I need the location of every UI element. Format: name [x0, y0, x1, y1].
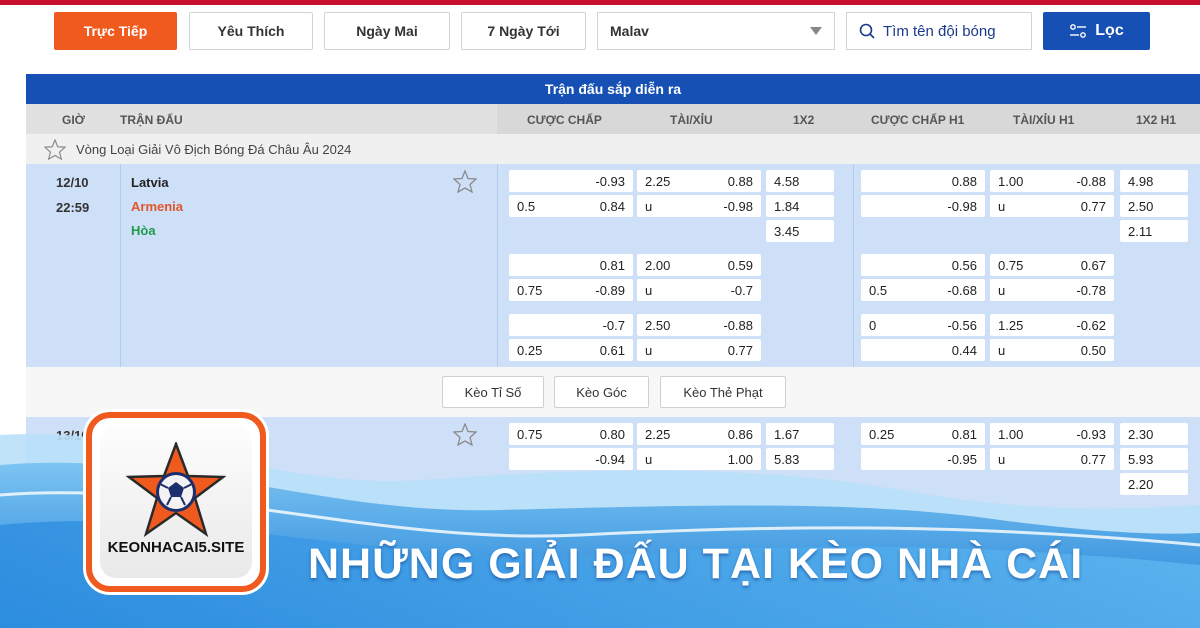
- search-icon: [859, 23, 875, 39]
- odds-cell[interactable]: 2.25 0.88: [637, 170, 761, 192]
- odds-cell[interactable]: 1.84: [766, 195, 834, 217]
- promo-headline: NHỮNG GIẢI ĐẤU TẠI KÈO NHÀ CÁI: [308, 540, 1084, 588]
- odds-cell[interactable]: 4.98: [1120, 170, 1188, 192]
- odds-cell[interactable]: 0.75 0.67: [990, 254, 1114, 276]
- odds-cell[interactable]: u -0.98: [637, 195, 761, 217]
- odds-cell[interactable]: u 0.77: [637, 339, 761, 361]
- tab-next-7-days[interactable]: 7 Ngày Tới: [461, 12, 586, 50]
- filter-toolbar: Trực Tiếp Yêu Thích Ngày Mai 7 Ngày Tới …: [0, 12, 1200, 52]
- match-time: 22:59: [56, 200, 90, 215]
- tab-live[interactable]: Trực Tiếp: [54, 12, 177, 50]
- col-overunder-h1: TÀI/XỈU H1: [1013, 113, 1075, 127]
- col-overunder: TÀI/XỈU: [670, 113, 713, 127]
- filter-icon: [1070, 24, 1087, 38]
- match-row-1: 12/10 22:59 Latvia Armenia Hòa -0.93 2.2…: [26, 164, 1200, 367]
- odds-cell[interactable]: -0.7: [509, 314, 633, 336]
- chevron-down-icon: [810, 27, 822, 35]
- odds-cell[interactable]: 2.11: [1120, 220, 1188, 242]
- odds-cell[interactable]: 3.45: [766, 220, 834, 242]
- odds-cell[interactable]: u 0.50: [990, 339, 1114, 361]
- odds-cell[interactable]: -0.93: [509, 170, 633, 192]
- match-date: 12/10: [56, 175, 89, 190]
- logo-text: KEONHACAI5.SITE: [107, 539, 245, 556]
- league-row[interactable]: Vòng Loại Giải Vô Địch Bóng Đá Châu Âu 2…: [26, 134, 1200, 164]
- league-name: Vòng Loại Giải Vô Địch Bóng Đá Châu Âu 2…: [76, 141, 352, 157]
- tab-tomorrow[interactable]: Ngày Mai: [324, 12, 450, 50]
- col-time: GIỜ: [62, 113, 85, 127]
- odds-cell[interactable]: -0.98: [861, 195, 985, 217]
- odds-cell[interactable]: 0.81: [509, 254, 633, 276]
- favorite-star-icon[interactable]: [453, 170, 477, 193]
- odds-cell[interactable]: 2.50 -0.88: [637, 314, 761, 336]
- odds-cell[interactable]: 0.5 -0.68: [861, 279, 985, 301]
- odds-cell[interactable]: 1.00 -0.88: [990, 170, 1114, 192]
- odds-cell[interactable]: 2.50: [1120, 195, 1188, 217]
- odds-cell[interactable]: 0.88: [861, 170, 985, 192]
- col-handicap: CƯỢC CHẤP: [527, 113, 602, 127]
- odds-cell[interactable]: u 0.77: [990, 195, 1114, 217]
- filter-label: Lọc: [1095, 22, 1124, 39]
- odds-cell[interactable]: 0.56: [861, 254, 985, 276]
- top-accent-line: [0, 0, 1200, 5]
- odds-cell[interactable]: 1.25 -0.62: [990, 314, 1114, 336]
- tab-favorites[interactable]: Yêu Thích: [189, 12, 313, 50]
- col-handicap-h1: CƯỢC CHẤP H1: [871, 113, 965, 127]
- odds-cell[interactable]: 0.25 0.61: [509, 339, 633, 361]
- search-placeholder: Tìm tên đội bóng: [883, 22, 996, 40]
- draw-label: Hòa: [131, 223, 156, 238]
- away-team[interactable]: Armenia: [131, 199, 183, 214]
- col-match: TRẬN ĐẤU: [120, 113, 183, 127]
- home-team[interactable]: Latvia: [131, 175, 169, 190]
- odds-cell[interactable]: 4.58: [766, 170, 834, 192]
- odds-cell[interactable]: 0.5 0.84: [509, 195, 633, 217]
- site-logo: KEONHACAI5.SITE: [86, 412, 266, 592]
- league-select-value: Malav: [610, 23, 649, 39]
- star-ball-icon: [126, 442, 226, 538]
- col-1x2-h1: 1X2 H1: [1136, 113, 1177, 127]
- odds-cell[interactable]: u -0.7: [637, 279, 761, 301]
- col-1x2: 1X2: [793, 113, 815, 127]
- odds-cell[interactable]: 0.75 -0.89: [509, 279, 633, 301]
- odds-cell[interactable]: 2.00 0.59: [637, 254, 761, 276]
- upcoming-banner: Trận đấu sắp diễn ra: [26, 74, 1200, 104]
- league-select[interactable]: Malav: [597, 12, 835, 50]
- star-icon[interactable]: [44, 138, 66, 160]
- odds-cell[interactable]: 0 -0.56: [861, 314, 985, 336]
- odds-cell[interactable]: 0.44: [861, 339, 985, 361]
- filter-button[interactable]: Lọc: [1043, 12, 1150, 50]
- column-header: GIỜ TRẬN ĐẤU CƯỢC CHẤP TÀI/XỈU 1X2 CƯỢC …: [26, 104, 1200, 134]
- team-search-input[interactable]: Tìm tên đội bóng: [846, 12, 1032, 50]
- odds-cell[interactable]: u -0.78: [990, 279, 1114, 301]
